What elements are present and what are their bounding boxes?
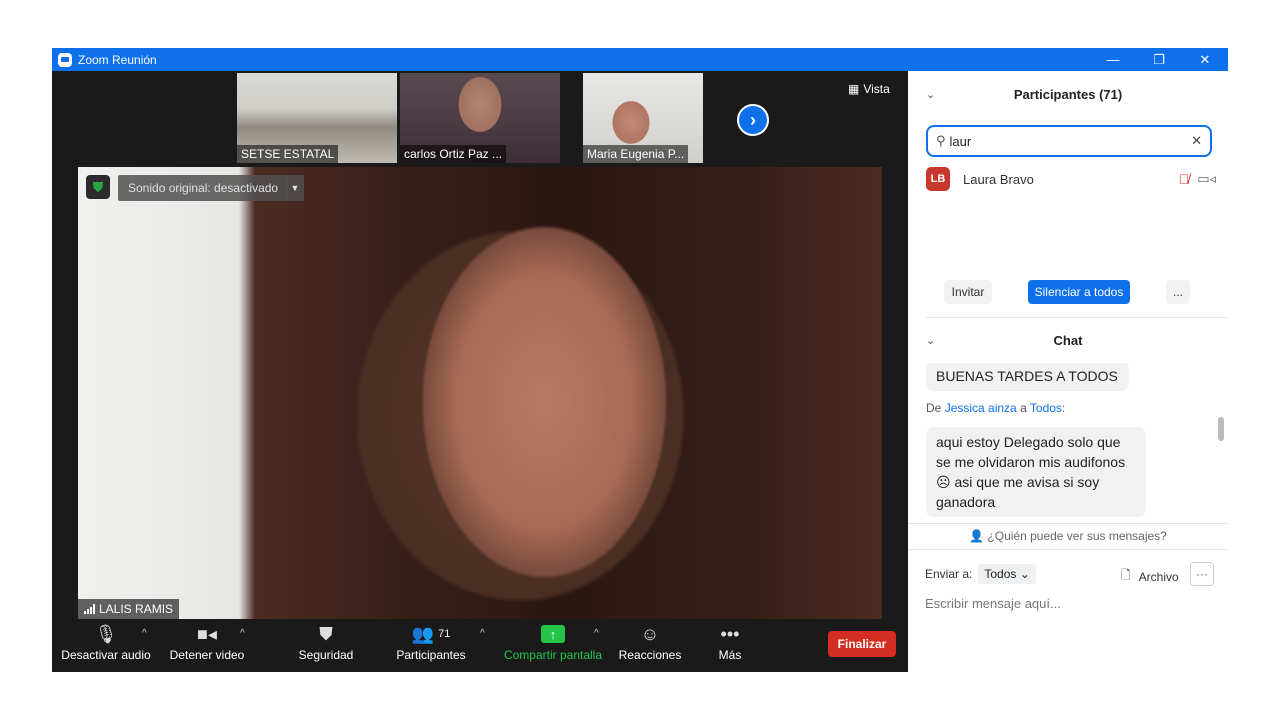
divider — [908, 523, 1228, 524]
participant-thumbnail[interactable]: SETSE ESTATAL — [237, 73, 397, 163]
chevron-right-icon: › — [750, 109, 756, 130]
main-video: ⛊ Sonido original: desactivado ▼ LALIS R… — [78, 167, 882, 619]
invite-button[interactable]: Invitar — [944, 280, 992, 304]
end-meeting-button[interactable]: Finalizar — [828, 631, 896, 657]
file-icon: 🗋 — [1121, 568, 1131, 582]
chat-message: aqui estoy Delegado solo que se me olvid… — [926, 427, 1146, 517]
sender-name[interactable]: Jessica ainza — [945, 401, 1017, 415]
from-prefix: De — [926, 401, 942, 415]
thumbnail-name: SETSE ESTATAL — [237, 145, 339, 163]
message-sender: De Jessica ainza a Todos: — [926, 401, 1065, 415]
send-to-row: Enviar a: Todos ⌄ 🗋 Archivo ··· — [925, 562, 1215, 586]
encryption-shield-icon[interactable]: ⛊ — [86, 175, 110, 199]
meeting-toolbar: 🎙 Desactivar audio ^ ■◂ Detener video ^ … — [52, 620, 908, 672]
video-label: Detener video — [169, 648, 245, 662]
person-lock-icon: 👤 — [969, 529, 985, 543]
share-options-caret-icon[interactable]: ^ — [594, 628, 599, 639]
mute-label: Desactivar audio — [61, 648, 151, 662]
title-bar: Zoom Reunión — ❐ ✕ — [52, 48, 1228, 71]
audio-options-caret-icon[interactable]: ^ — [142, 628, 147, 639]
ellipsis-icon: ••• — [720, 623, 740, 644]
speaker-name-tag: LALIS RAMIS — [78, 599, 180, 619]
minimize-button[interactable]: — — [1090, 48, 1136, 71]
zoom-window: Zoom Reunión — ❐ ✕ SETSE ESTATAL carlos … — [52, 48, 1228, 672]
security-button[interactable]: ⛊ Seguridad — [292, 620, 360, 672]
close-button[interactable]: ✕ — [1182, 48, 1228, 71]
participants-count: 71 — [438, 628, 451, 640]
side-panel: ⌄ Participantes (71) ⚲ laur ✕ LB Laura B… — [908, 71, 1228, 672]
view-label: Vista — [863, 82, 890, 96]
chevron-down-icon: ⌄ — [1019, 567, 1030, 581]
send-to-value: Todos — [984, 567, 1017, 581]
participant-thumbnail[interactable]: Maria Eugenia P... — [583, 73, 703, 163]
chat-messages: BUENAS TARDES A TODOS De Jessica ainza a… — [908, 363, 1228, 523]
recipient-name[interactable]: Todos — [1030, 401, 1062, 415]
avatar: LB — [926, 167, 950, 191]
mute-all-button[interactable]: Silenciar a todos — [1028, 280, 1130, 304]
participant-thumbnail[interactable]: carlos Ortiz Paz ... — [400, 73, 560, 163]
search-icon: ⚲ — [936, 133, 946, 148]
send-to-dropdown[interactable]: Todos ⌄ — [978, 564, 1036, 584]
grid-icon: ▦ — [848, 82, 860, 96]
divider — [926, 317, 1228, 318]
reactions-button[interactable]: ☺ Reacciones — [618, 620, 682, 672]
participant-search-input[interactable]: ⚲ laur ✕ — [926, 125, 1212, 157]
stop-video-button[interactable]: ■◂ Detener video — [166, 620, 248, 672]
chat-more-button[interactable]: ··· — [1190, 562, 1214, 586]
participants-label: Participantes — [396, 648, 466, 662]
file-label: Archivo — [1138, 569, 1179, 584]
chevron-down-icon[interactable]: ⌄ — [926, 88, 935, 101]
participants-header: ⌄ Participantes (71) — [908, 79, 1228, 109]
search-value: laur — [949, 133, 972, 149]
shield-icon: ⛊ — [319, 623, 333, 644]
participants-options-caret-icon[interactable]: ^ — [480, 628, 485, 639]
who-can-see-label: ¿Quién puede ver sus mensajes? — [987, 529, 1167, 543]
microphone-icon: 🎙 — [94, 623, 118, 644]
who-can-see-link[interactable]: 👤 ¿Quién puede ver sus mensajes? — [908, 529, 1228, 543]
chat-input[interactable]: Escribir mensaje aquí... — [925, 596, 1215, 611]
more-button[interactable]: ••• Más — [708, 620, 752, 672]
participants-more-button[interactable]: ... — [1166, 280, 1190, 304]
view-button[interactable]: ▦ Vista — [848, 82, 890, 96]
to-word: a — [1020, 401, 1027, 415]
more-label: Más — [718, 648, 742, 662]
chat-title: Chat — [1053, 332, 1083, 348]
microphone-muted-icon: 🎙̸ — [1178, 171, 1190, 187]
meeting-area: SETSE ESTATAL carlos Ortiz Paz ... Maria… — [52, 71, 908, 672]
share-screen-button[interactable]: ↑ Compartir pantalla — [502, 620, 604, 672]
chevron-down-icon[interactable]: ⌄ — [926, 334, 935, 347]
participant-name: Laura Bravo — [963, 171, 1034, 187]
maximize-button[interactable]: ❐ — [1136, 48, 1182, 71]
send-to-label: Enviar a: — [925, 567, 973, 581]
chat-scrollbar[interactable] — [1218, 417, 1224, 441]
speaker-name: LALIS RAMIS — [99, 602, 174, 616]
clear-icon[interactable]: ✕ — [1191, 133, 1202, 149]
original-sound-toggle[interactable]: Sonido original: desactivado — [118, 175, 289, 201]
file-button[interactable]: 🗋 Archivo — [1121, 566, 1179, 587]
signal-bars-icon — [84, 604, 95, 614]
participant-row[interactable]: LB Laura Bravo 🎙̸ ▭◃ — [926, 167, 1216, 191]
chevron-down-icon[interactable]: ▼ — [286, 175, 304, 201]
security-label: Seguridad — [298, 648, 354, 662]
next-page-button[interactable]: › — [737, 104, 769, 136]
video-camera-icon: ■◂ — [197, 623, 217, 644]
participants-icon: 👥 71 — [411, 623, 451, 644]
smiley-plus-icon: ☺ — [640, 623, 660, 644]
thumbnail-name: carlos Ortiz Paz ... — [400, 145, 507, 163]
reactions-label: Reacciones — [618, 648, 682, 662]
thumbnail-name: Maria Eugenia P... — [583, 145, 689, 163]
window-title: Zoom Reunión — [78, 52, 157, 67]
chat-header: ⌄ Chat — [908, 325, 1228, 355]
share-label: Compartir pantalla — [503, 648, 603, 662]
participants-title: Participantes (71) — [1013, 86, 1123, 102]
share-arrow-icon: ↑ — [541, 625, 565, 643]
participants-button[interactable]: 👥 71 Participantes — [392, 620, 470, 672]
zoom-logo-icon — [58, 52, 72, 67]
mute-button[interactable]: 🎙 Desactivar audio — [60, 620, 152, 672]
divider — [908, 549, 1228, 550]
from-suffix: : — [1061, 401, 1066, 415]
chat-message: BUENAS TARDES A TODOS — [926, 363, 1129, 391]
video-camera-icon: ▭◃ — [1197, 171, 1216, 186]
video-options-caret-icon[interactable]: ^ — [240, 628, 245, 639]
